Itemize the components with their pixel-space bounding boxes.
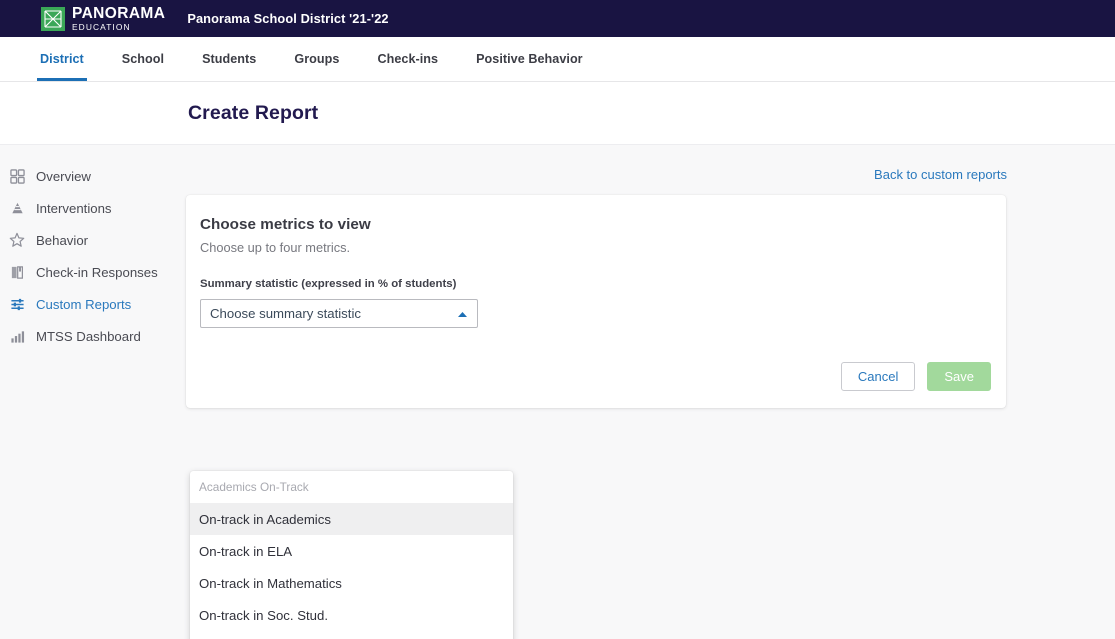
sidebar-item-overview[interactable]: Overview <box>0 160 186 192</box>
dropdown-option[interactable]: On-track in ELA <box>190 535 513 567</box>
dashboard-grid-icon <box>9 168 25 184</box>
book-icon <box>9 264 25 280</box>
logo-wordmark: PANORAMA <box>72 4 166 22</box>
sidebar-item-behavior[interactable]: Behavior <box>0 224 186 256</box>
dropdown-option[interactable]: On-track in Mathematics <box>190 567 513 599</box>
page-title-band: Create Report <box>0 82 1115 145</box>
star-icon <box>9 232 25 248</box>
summary-statistic-select-value: Choose summary statistic <box>210 306 361 321</box>
dropdown-option[interactable]: On-track in Soc. Stud. <box>190 599 513 631</box>
tab-positive-behavior[interactable]: Positive Behavior <box>476 37 583 81</box>
sidebar-item-label: Interventions <box>36 200 112 216</box>
card-action-buttons: Cancel Save <box>840 362 991 391</box>
cancel-button[interactable]: Cancel <box>840 362 916 391</box>
main-tab-nav: District School Students Groups Check-in… <box>0 37 1115 82</box>
tab-school[interactable]: School <box>122 37 164 81</box>
dropdown-group-label: Academics On-Track <box>199 480 309 494</box>
summary-statistic-select[interactable]: Choose summary statistic <box>200 299 478 328</box>
choose-metrics-card: Choose metrics to view Choose up to four… <box>186 195 1006 408</box>
caret-up-icon <box>457 305 468 323</box>
tab-district[interactable]: District <box>37 37 87 81</box>
logo-subtext: EDUCATION <box>72 22 131 33</box>
sliders-icon <box>9 296 25 312</box>
page-title: Create Report <box>188 101 319 124</box>
sidebar-item-custom-reports[interactable]: Custom Reports <box>0 288 186 320</box>
tab-check-ins[interactable]: Check-ins <box>377 37 438 81</box>
card-subtitle: Choose up to four metrics. <box>200 240 351 255</box>
bar-chart-icon <box>9 328 25 344</box>
sidebar-item-check-in-responses[interactable]: Check-in Responses <box>0 256 186 288</box>
district-name: Panorama School District '21-'22 <box>187 11 389 26</box>
card-title: Choose metrics to view <box>200 216 371 233</box>
dropdown-option[interactable]: On-track in Academics <box>190 503 513 535</box>
tab-groups[interactable]: Groups <box>294 37 339 81</box>
sidebar-item-label: Custom Reports <box>36 296 132 312</box>
tab-students[interactable]: Students <box>202 37 256 81</box>
sidebar-item-label: MTSS Dashboard <box>36 328 141 344</box>
pyramid-icon <box>9 200 25 216</box>
sidebar-nav: Overview Interventions Behavior Check-in… <box>0 145 186 352</box>
sidebar-item-interventions[interactable]: Interventions <box>0 192 186 224</box>
back-to-custom-reports-link[interactable]: Back to custom reports <box>874 167 1007 182</box>
dropdown-option[interactable]: On-track in Science <box>190 631 513 639</box>
sidebar-item-label: Overview <box>36 168 91 184</box>
content-area: Overview Interventions Behavior Check-in… <box>0 145 1115 639</box>
summary-statistic-dropdown-menu[interactable]: Academics On-Track On-track in Academics… <box>190 471 513 639</box>
panorama-logo[interactable]: PANORAMA EDUCATION <box>41 4 166 33</box>
summary-statistic-label: Summary statistic (expressed in % of stu… <box>200 278 457 290</box>
sidebar-item-label: Behavior <box>36 232 89 248</box>
top-header-bar: PANORAMA EDUCATION Panorama School Distr… <box>0 0 1115 37</box>
save-button[interactable]: Save <box>927 362 991 391</box>
sidebar-item-mtss-dashboard[interactable]: MTSS Dashboard <box>0 320 186 352</box>
sidebar-item-label: Check-in Responses <box>36 264 158 280</box>
panorama-bowtie-logo-icon <box>41 6 65 31</box>
